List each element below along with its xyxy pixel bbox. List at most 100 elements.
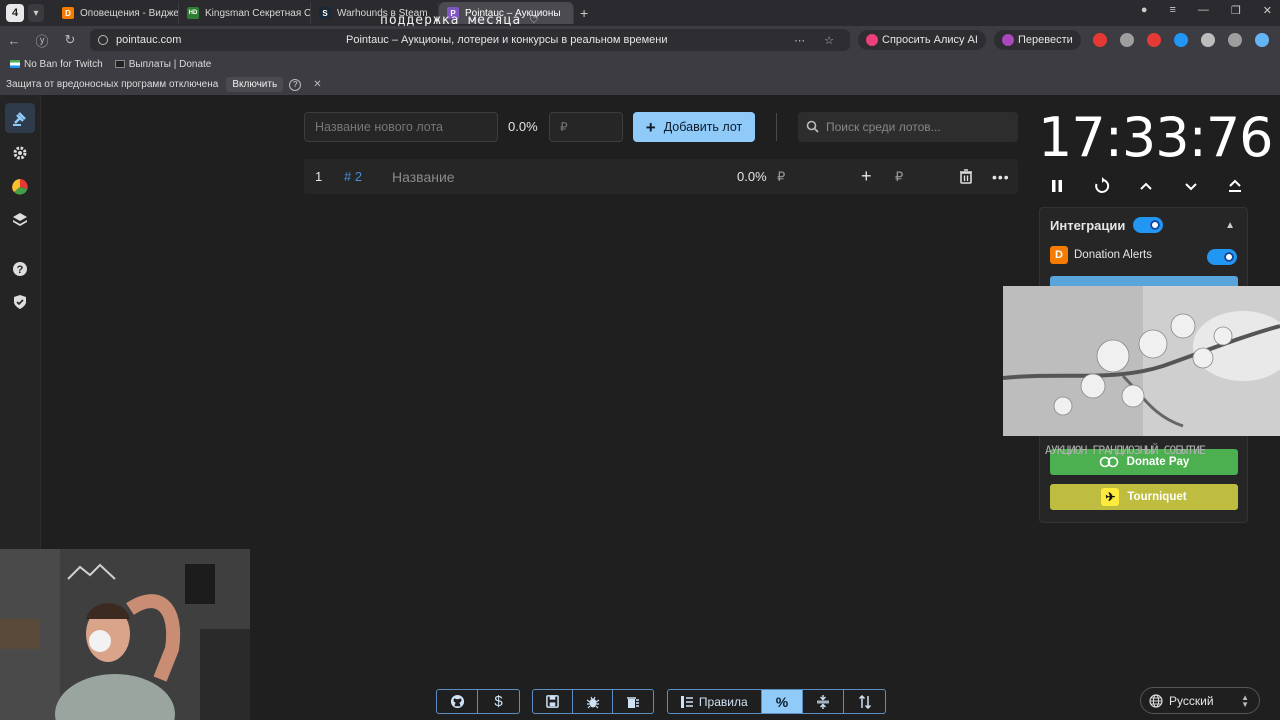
donation-alerts-toggle[interactable] xyxy=(1207,249,1237,265)
profile-icon[interactable]: ● xyxy=(1141,4,1148,17)
alice-icon xyxy=(866,34,878,46)
delete-all-button[interactable] xyxy=(613,690,653,713)
extension-icon[interactable] xyxy=(1254,33,1269,47)
bookmark-no-ban[interactable]: No Ban for Twitch xyxy=(10,59,103,70)
statistics-icon xyxy=(12,179,28,195)
auction-timer: 17:33:76 xyxy=(1038,106,1274,169)
decrease-icon[interactable] xyxy=(1182,177,1200,195)
add-lot-label: Добавить лот xyxy=(663,120,743,134)
language-label: Русский xyxy=(1169,693,1214,708)
extension-icon[interactable] xyxy=(1227,33,1242,47)
lot-extra-amount-field[interactable]: ₽ xyxy=(895,169,903,185)
sidebar-item-auction[interactable] xyxy=(5,103,35,133)
webcam-feed xyxy=(0,549,250,720)
tab-label: Оповещения - Виджеты xyxy=(80,7,179,19)
tourniquet-label: Tourniquet xyxy=(1127,491,1187,503)
back-icon[interactable]: ← xyxy=(0,33,28,48)
extension-icon[interactable] xyxy=(1173,33,1188,47)
donationalerts-icon: D xyxy=(62,7,74,19)
restore-icon[interactable]: ❐ xyxy=(1231,4,1241,17)
sort-icon xyxy=(858,694,871,709)
search-lots-input[interactable]: Поиск среди лотов... xyxy=(798,112,1018,142)
close-icon[interactable]: ✕ xyxy=(1263,4,1272,17)
url-field[interactable]: pointauc.com Pointauc – Аукционы, лотере… xyxy=(90,29,850,51)
enable-protection-button[interactable]: Включить xyxy=(226,77,284,92)
sidebar-item-security[interactable] xyxy=(5,287,35,317)
overlay-caption: АУКЦИОН ГРАНДИОЗНЫЙ СОБЫТИЕ xyxy=(1045,443,1206,457)
rules-icon xyxy=(680,695,693,708)
double-increase-icon[interactable] xyxy=(1226,177,1244,195)
view-options-group: Правила % xyxy=(667,689,886,714)
tab-kingsman[interactable]: HD Kingsman Секретная Слу xyxy=(179,2,311,24)
increase-icon[interactable] xyxy=(1137,177,1155,195)
bookmarks-bar: No Ban for Twitch Выплаты | Donate xyxy=(0,54,1280,74)
sidebar-item-statistics[interactable] xyxy=(5,172,35,202)
collapse-icon xyxy=(817,694,830,709)
divider xyxy=(776,113,777,141)
sidebar-item-help[interactable]: ? xyxy=(5,254,35,284)
extensions-bar xyxy=(1092,33,1269,47)
security-text: Защита от вредоносных программ отключена xyxy=(6,79,219,90)
pause-icon[interactable] xyxy=(1048,177,1066,195)
lot-add-amount-button[interactable]: + xyxy=(861,166,872,187)
restart-icon[interactable] xyxy=(1093,177,1111,195)
report-bug-button[interactable] xyxy=(573,690,613,713)
alice-button[interactable]: Спросить Алису AI xyxy=(858,30,986,50)
donate-button[interactable]: $ xyxy=(478,690,519,713)
donation-alerts-label: Donation Alerts xyxy=(1074,249,1152,261)
url-actions[interactable]: ⋯ ☆ xyxy=(794,34,842,47)
chevron-down-icon[interactable]: ▾ xyxy=(28,4,44,22)
help-icon[interactable]: ? xyxy=(289,78,302,91)
sort-button[interactable] xyxy=(844,690,885,713)
integrations-toggle[interactable] xyxy=(1133,217,1163,233)
plus-icon: + xyxy=(645,117,656,137)
percent-toggle-button[interactable]: % xyxy=(761,690,804,713)
bookmark-donate[interactable]: Выплаты | Donate xyxy=(114,59,211,70)
browser-tab-bar: 4 ▾ D Оповещения - Виджеты HD Kingsman С… xyxy=(0,0,1280,26)
search-icon xyxy=(806,120,819,133)
lot-id[interactable]: # 2 xyxy=(344,169,362,184)
new-lot-name-input[interactable]: Название нового лота xyxy=(304,112,498,142)
close-icon[interactable]: ✕ xyxy=(313,79,321,90)
extension-icon[interactable] xyxy=(1119,33,1134,47)
url-domain: pointauc.com xyxy=(116,34,182,46)
compact-view-button[interactable] xyxy=(803,690,845,713)
minimize-icon[interactable]: — xyxy=(1198,4,1209,17)
yandex-icon[interactable]: ⓨ xyxy=(28,31,56,50)
extension-icon[interactable] xyxy=(1200,33,1215,47)
hd-icon: HD xyxy=(187,7,199,19)
extension-icon[interactable] xyxy=(1146,33,1161,47)
donation-alerts-row: D Donation Alerts xyxy=(1050,246,1152,264)
reload-icon[interactable]: ↻ xyxy=(56,32,84,48)
new-tab-icon[interactable]: + xyxy=(580,5,588,21)
lot-number: 1 xyxy=(315,169,323,184)
tabs-menu-icon[interactable]: ≡ xyxy=(1169,4,1175,17)
language-select[interactable]: Русский ▲ ▼ xyxy=(1140,687,1260,714)
data-actions-group xyxy=(532,689,654,714)
extension-icon[interactable] xyxy=(1092,33,1107,47)
tab-count-badge[interactable]: 4 xyxy=(6,4,24,22)
alice-label: Спросить Алису AI xyxy=(882,34,978,46)
chevron-up-icon[interactable]: ▲ xyxy=(1225,220,1235,231)
sidebar-item-settings[interactable] xyxy=(5,138,35,168)
add-lot-button[interactable]: + Добавить лот xyxy=(633,112,755,142)
sidebar-item-layers[interactable] xyxy=(5,205,35,235)
lot-amount-field[interactable]: ₽ xyxy=(777,169,785,185)
external-links-group: $ xyxy=(436,689,520,714)
translate-button[interactable]: Перевести xyxy=(993,30,1081,50)
trash-icon[interactable] xyxy=(959,169,973,184)
stream-overlay-image xyxy=(1003,286,1280,436)
security-notice: Защита от вредоносных программ отключена… xyxy=(0,74,1280,95)
rules-label: Правила xyxy=(698,694,748,709)
new-lot-percent: 0.0% xyxy=(508,119,538,134)
save-button[interactable] xyxy=(533,690,573,713)
more-options-icon[interactable]: ••• xyxy=(992,169,1010,185)
bug-icon xyxy=(586,696,599,708)
tab-donation-alerts[interactable]: D Оповещения - Виджеты xyxy=(54,2,179,24)
new-lot-amount-input[interactable]: ₽ xyxy=(549,112,623,142)
rules-button[interactable]: Правила xyxy=(668,690,762,713)
github-button[interactable] xyxy=(437,690,478,713)
window-controls: ● ≡ — ❐ ✕ xyxy=(1141,4,1272,17)
tourniquet-button[interactable]: ✈ Tourniquet xyxy=(1050,484,1238,510)
lot-name-input[interactable]: Название xyxy=(392,169,455,185)
